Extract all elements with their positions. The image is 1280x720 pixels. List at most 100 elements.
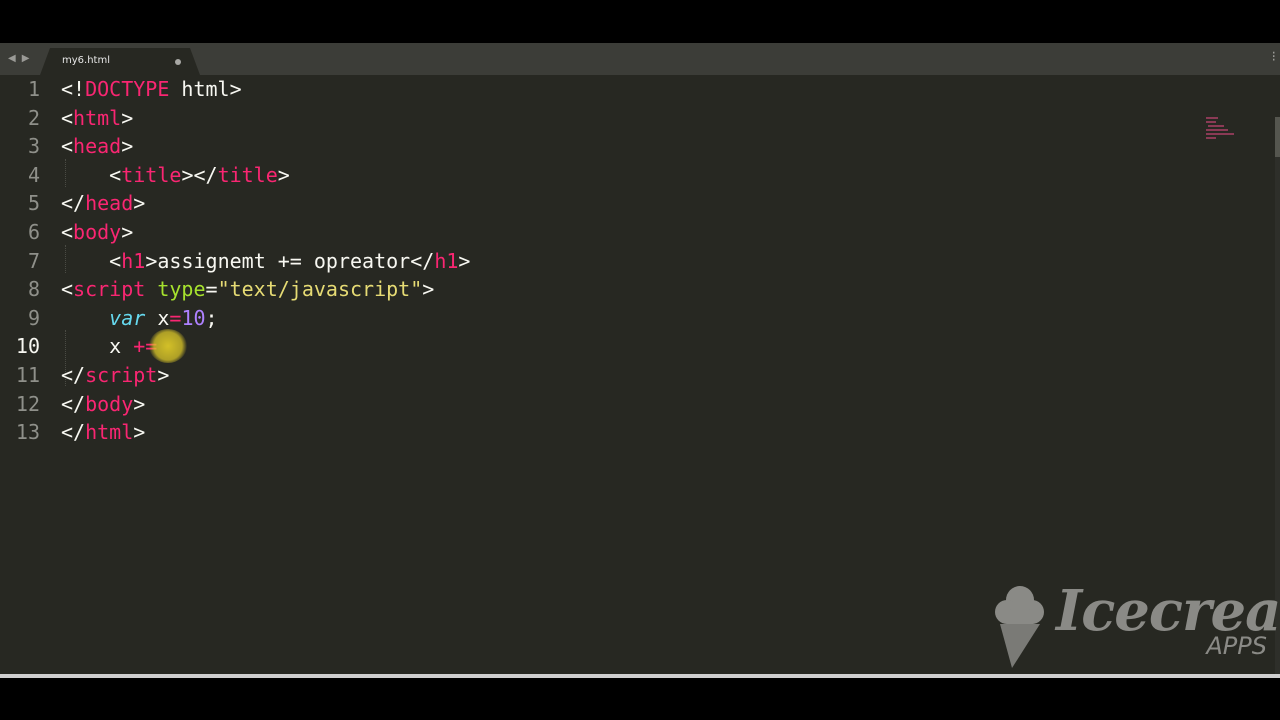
back-arrow-icon[interactable]: ◀: [8, 52, 16, 66]
line-number: 8: [27, 277, 40, 302]
bottom-letterbox: [0, 678, 1280, 720]
code-token: </: [410, 248, 435, 273]
line-number: 9: [27, 305, 40, 330]
code-token: 10: [181, 305, 206, 330]
code-text: </script>: [61, 361, 169, 389]
code-text: <script type="text/javascript">: [61, 275, 434, 303]
code-text: var x=10;: [61, 304, 218, 332]
code-token: </: [61, 391, 86, 416]
code-token: >: [133, 391, 146, 416]
code-text: <body>: [61, 218, 133, 246]
code-text: </body>: [61, 390, 145, 418]
code-line[interactable]: 2 <html>: [0, 104, 1280, 132]
code-text: <html>: [61, 104, 133, 132]
code-token: >: [121, 105, 134, 130]
code-line[interactable]: 8 <script type="text/javascript">: [0, 275, 1280, 303]
code-token: >: [229, 77, 242, 101]
ice-cream-cone-icon: [995, 586, 1044, 668]
code-line[interactable]: 10 x +=: [0, 332, 1280, 360]
line-number: 11: [15, 363, 40, 387]
line-number: 1: [27, 77, 40, 101]
code-line[interactable]: 3 <head>: [0, 132, 1280, 160]
code-line[interactable]: 5 </head>: [0, 189, 1280, 217]
line-number: 12: [15, 391, 40, 416]
code-token: >: [133, 191, 146, 216]
mouse-cursor-highlight: [149, 329, 187, 363]
code-token: >: [133, 420, 146, 445]
unsaved-dot-icon[interactable]: [175, 59, 181, 65]
code-token: html: [85, 420, 134, 445]
code-token: </: [61, 420, 86, 445]
code-line[interactable]: 1 <!DOCTYPE html>: [0, 75, 1280, 103]
watermark-sub: APPS: [1206, 632, 1267, 660]
line-number: 4: [27, 162, 40, 187]
code-token: >: [157, 363, 170, 387]
code-token: >: [458, 248, 471, 273]
code-token: "text/javascript": [217, 277, 423, 302]
code-token: =: [169, 305, 182, 330]
code-token: html: [73, 105, 122, 130]
code-token: script: [73, 277, 146, 302]
code-token: body: [85, 391, 134, 416]
code-line[interactable]: 11 </script>: [0, 361, 1280, 389]
code-token: <: [61, 134, 74, 159]
code-token: <: [61, 105, 74, 130]
code-token: <: [61, 277, 74, 302]
tab-menu-icon[interactable]: ⁝: [1272, 49, 1276, 65]
minimap[interactable]: [1204, 117, 1240, 141]
code-line[interactable]: 12 </body>: [0, 390, 1280, 418]
code-token: title: [217, 162, 278, 187]
code-token: >: [277, 162, 290, 187]
line-number: 7: [27, 248, 40, 273]
tab-my6-html[interactable]: my6.html: [40, 48, 200, 75]
code-text: <head>: [61, 132, 133, 160]
code-token: ></: [181, 162, 218, 187]
code-line[interactable]: 13 </html>: [0, 418, 1280, 446]
code-token: >: [121, 134, 134, 159]
code-token: script: [85, 363, 158, 387]
code-token: >: [121, 220, 134, 244]
code-token: html: [169, 77, 230, 101]
code-token: <: [61, 220, 74, 244]
code-token: assignemt += opreator: [157, 248, 411, 273]
top-letterbox: [0, 0, 1280, 43]
line-number: 2: [27, 105, 40, 130]
code-text: <title></title>: [61, 161, 290, 189]
code-token: <!: [61, 77, 86, 101]
line-number: 6: [27, 220, 40, 244]
code-token: DOCTYPE: [85, 77, 170, 101]
code-token: head: [73, 134, 122, 159]
code-text: </head>: [61, 189, 145, 217]
tab-title: my6.html: [62, 55, 110, 66]
line-number: 10: [15, 334, 40, 359]
code-line[interactable]: 4 <title></title>: [0, 161, 1280, 189]
code-text: <h1>assignemt += opreator</h1>: [61, 247, 470, 275]
code-token: type: [157, 277, 206, 302]
code-token: <: [109, 162, 122, 187]
forward-arrow-icon[interactable]: ▶: [22, 52, 30, 66]
code-token: >: [422, 277, 435, 302]
code-token: </: [61, 191, 86, 216]
code-token: title: [121, 162, 182, 187]
code-token: var: [109, 305, 146, 330]
line-number: 3: [27, 134, 40, 159]
code-token: h1: [121, 248, 146, 273]
scroll-thumb[interactable]: [1275, 117, 1280, 157]
code-token: >: [145, 248, 158, 273]
code-token: <: [109, 248, 122, 273]
code-line[interactable]: 9 var x=10;: [0, 304, 1280, 332]
code-line[interactable]: 7 <h1>assignemt += opreator</h1>: [0, 247, 1280, 275]
line-number: 5: [27, 191, 40, 216]
watermark: Icecream APPS: [990, 578, 1280, 670]
tab-navigation: ◀ ▶: [8, 52, 29, 66]
code-text: </html>: [61, 418, 145, 446]
code-token: h1: [434, 248, 459, 273]
code-line[interactable]: 6 <body>: [0, 218, 1280, 246]
code-token: x: [61, 334, 134, 359]
code-token: ;: [205, 305, 218, 330]
code-token: =: [205, 277, 218, 302]
code-text: <!DOCTYPE html>: [61, 75, 242, 103]
